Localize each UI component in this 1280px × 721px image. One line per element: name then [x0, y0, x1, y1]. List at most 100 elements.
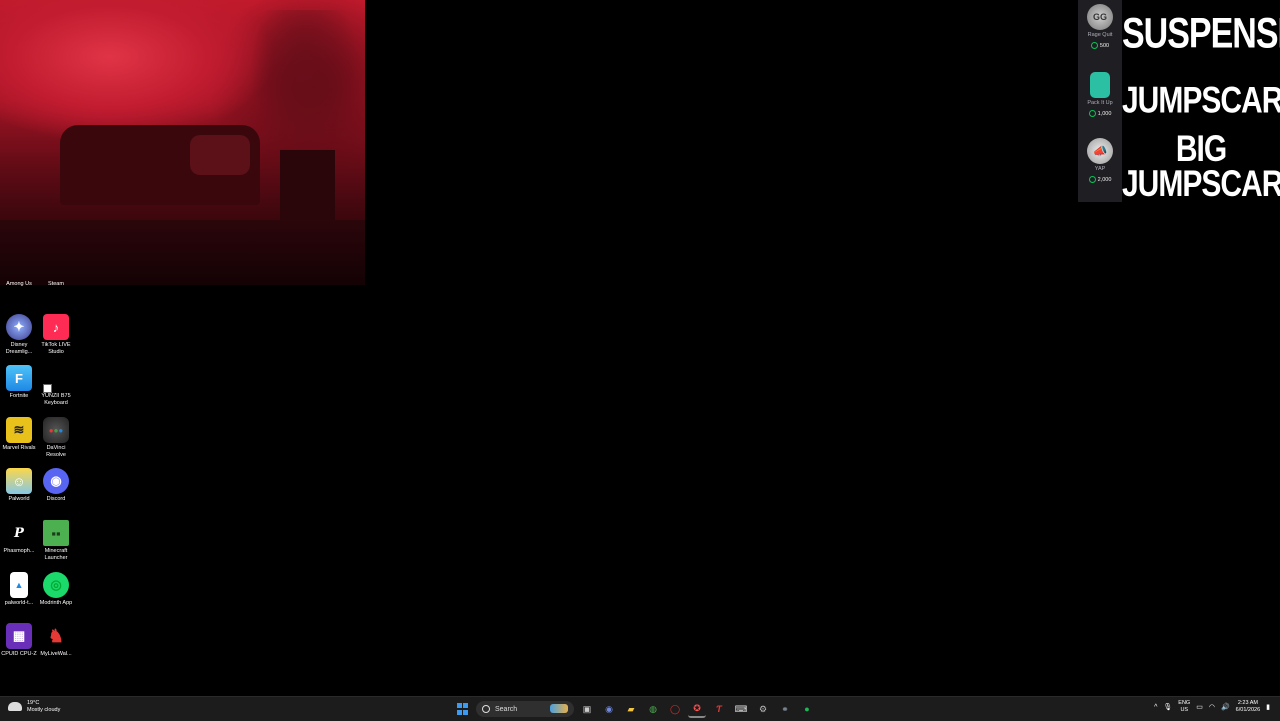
big-jumpscare-line2: JUMPSCARE	[1122, 163, 1280, 205]
taskbar-search-box[interactable]: Search	[476, 701, 574, 717]
desktop-icon-label: Discord	[46, 496, 66, 502]
system-tray: ^ 🎙 ENG US ▭ ◠ 🔊 2:23 AM 6/01/2026 ▮	[1154, 700, 1270, 714]
desktop-icon-label: YUNZII B75 Keyboard	[41, 393, 71, 406]
clock-time: 2:23 AM	[1237, 700, 1258, 706]
desktop-icon-label: MyLiveWal...	[40, 651, 72, 657]
chrome-icon[interactable]: ◍	[644, 700, 662, 718]
rage-quit-icon: GG	[1087, 4, 1113, 30]
task-view-icon[interactable]: ▣	[578, 700, 596, 718]
weather-desc: Mostly cloudy	[27, 706, 61, 713]
lang-line2: US	[1180, 707, 1189, 713]
suspense-alert-label: SUSPENSE	[1122, 10, 1280, 58]
volume-icon[interactable]: 🔊	[1221, 703, 1230, 711]
desktop-icon-label: DaVinci Resolve	[46, 445, 66, 458]
channel-points-icon	[1088, 110, 1096, 117]
minecraft-launcher-icon: ▪▪	[43, 520, 69, 546]
clock-date: 6/01/2026	[1235, 707, 1261, 713]
keyboard-app-icon[interactable]: ⌨	[732, 700, 750, 718]
settings-gear-icon[interactable]: ⚙	[754, 700, 772, 718]
weather-widget[interactable]: 19°C Mostly cloudy	[8, 700, 60, 713]
reward-title: Rage Quit	[1087, 32, 1113, 38]
big-jumpscare-line1: BIG	[1175, 128, 1227, 170]
big-jumpscare-alert-label: BIG JUMPSCARE	[1122, 128, 1280, 205]
wifi-icon[interactable]: ◠	[1209, 703, 1215, 711]
desktop-icon-fortnite[interactable]: F Fortnite	[0, 365, 38, 400]
file-explorer-icon[interactable]: ▰	[622, 700, 640, 718]
desktop-icon-phasmophobia[interactable]: P Phasmoph...	[0, 520, 38, 555]
reward-cost-value: 500	[1099, 42, 1110, 49]
channel-points-icon	[1090, 42, 1098, 49]
suitcase-icon	[1090, 72, 1110, 98]
modrinth-app-icon: ◎	[43, 572, 69, 598]
jumpscare-alert-label: JUMPSCARE	[1122, 80, 1280, 122]
reward-cost-value: 1,000	[1097, 110, 1112, 117]
mylivewallpaper-icon: ♞	[47, 625, 65, 646]
cloud-icon	[8, 702, 22, 711]
desktop-icons: Among Us Steam ✦ Disney Dreamlig... ♪ Ti…	[0, 281, 80, 685]
desktop-icon-label: CPUID CPU-Z	[1, 651, 37, 657]
desktop-icon-cpuz[interactable]: ▦ CPUID CPU-Z	[0, 623, 38, 658]
desktop-icon-among-us[interactable]: Among Us	[0, 279, 38, 288]
taskbar-discord-icon[interactable]: ◉	[600, 700, 618, 718]
webcam-pillow	[190, 135, 250, 175]
taskbar-center: Search ▣ ◉ ▰ ◍ ◯ ✪ Ƭ ⌨ ⚙ ⚭ ●	[454, 700, 816, 718]
reward-pack-it-up[interactable]: Pack It Up 1,000	[1078, 72, 1122, 117]
reward-cost: 1,000	[1078, 110, 1122, 117]
yunzii-keyboard-icon	[43, 365, 69, 393]
desktop-icon-tiktok-live[interactable]: ♪ TikTok LIVE Studio	[37, 314, 75, 356]
desktop-icon-label: Modrinth App	[39, 600, 73, 606]
spotify-icon[interactable]: ●	[798, 700, 816, 718]
desktop-icon-label: Fortnite	[9, 393, 29, 399]
tiktok-studio-taskbar-icon[interactable]: Ƭ	[710, 700, 728, 718]
desktop-icon-label: Phasmoph...	[3, 548, 35, 554]
desktop-icon-label: Steam	[48, 281, 64, 287]
desktop-icon-label: Disney Dreamlig...	[5, 342, 33, 355]
desktop-icon-davinci[interactable]: ● ● ● DaVinci Resolve	[37, 417, 75, 459]
palworld-file-icon: ▲	[10, 572, 28, 598]
reward-cost: 2,000	[1078, 176, 1122, 183]
reward-title: Pack It Up	[1087, 100, 1113, 106]
clock[interactable]: 2:23 AM 6/01/2026	[1236, 700, 1260, 714]
desktop-icon-yunzii[interactable]: YUNZII B75 Keyboard	[37, 365, 75, 407]
desktop-icon-mylivewallpaper[interactable]: ♞ MyLiveWal...	[37, 623, 75, 658]
search-placeholder: Search	[495, 705, 518, 713]
desktop-icon-modrinth[interactable]: ◎ Modrinth App	[37, 572, 75, 607]
opera-gx-icon[interactable]: ◯	[666, 700, 684, 718]
webcam-person-silhouette	[250, 10, 360, 160]
desktop-icon-label: palworld-t...	[4, 600, 34, 606]
taskbar: 19°C Mostly cloudy Search ▣ ◉ ▰ ◍ ◯ ✪ Ƭ …	[0, 696, 1280, 721]
desktop-icon-discord[interactable]: ◉ Discord	[37, 468, 75, 503]
desktop-icon-palworld-file[interactable]: ▲ palworld-t...	[0, 572, 38, 607]
reward-yap[interactable]: 📣 YAP 2,000	[1078, 138, 1122, 183]
disney-dreamlight-icon: ✦	[6, 314, 32, 340]
tiktok-live-studio-icon: ♪	[43, 314, 69, 340]
notification-icon[interactable]: ▮	[1266, 703, 1270, 711]
phasmophobia-icon: P	[6, 520, 32, 546]
reward-cost-value: 2,000	[1097, 176, 1112, 183]
desktop-icon-minecraft[interactable]: ▪▪ Minecraft Launcher	[37, 520, 75, 562]
palworld-icon: ☺	[6, 468, 32, 494]
desktop-icon-marvel-rivals[interactable]: ≋ Marvel Rivals	[0, 417, 38, 452]
taskbar-app-icon[interactable]: ✪	[688, 700, 706, 718]
desktop-icon-label: Palworld	[8, 496, 30, 502]
channel-points-rewards: GG Rage Quit 500 Pack It Up 1,000 📣 YAP …	[1078, 0, 1122, 202]
desktop-icon-disney-dreamlight[interactable]: ✦ Disney Dreamlig...	[0, 314, 38, 356]
desktop-icon-label: TikTok LIVE Studio	[41, 342, 71, 355]
reward-cost: 500	[1078, 42, 1122, 49]
desktop-icon-label: Marvel Rivals	[2, 445, 36, 451]
microphone-icon[interactable]: 🎙	[1163, 703, 1172, 711]
reward-rage-quit[interactable]: GG Rage Quit 500	[1078, 4, 1122, 49]
desktop-icon-steam[interactable]: Steam	[37, 279, 75, 288]
network-icon[interactable]: ▭	[1196, 703, 1203, 711]
chevron-up-icon[interactable]: ^	[1154, 704, 1157, 711]
language-indicator[interactable]: ENG US	[1178, 700, 1190, 714]
webcam-floor	[0, 220, 365, 285]
search-icon	[482, 705, 490, 713]
desktop-icon-label: Minecraft Launcher	[44, 548, 68, 561]
davinci-resolve-icon: ● ● ●	[43, 417, 69, 443]
search-highlight-icon	[550, 704, 568, 713]
start-button[interactable]	[457, 703, 469, 715]
steam-taskbar-icon[interactable]: ⚭	[776, 700, 794, 718]
cpu-z-icon: ▦	[6, 623, 32, 649]
desktop-icon-palworld[interactable]: ☺ Palworld	[0, 468, 38, 503]
